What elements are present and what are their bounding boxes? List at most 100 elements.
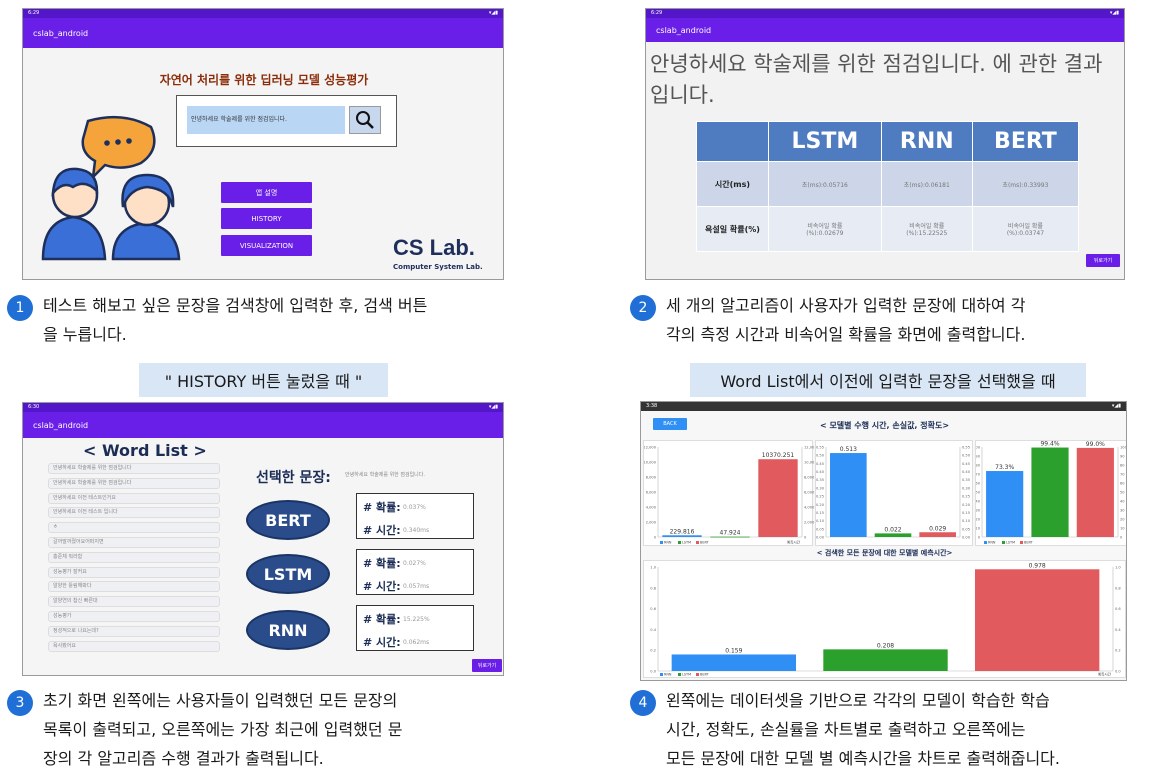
y-tick-label-right: 40: [1120, 500, 1125, 504]
history-button[interactable]: HISTORY: [221, 208, 312, 229]
status-bar: 6:29 ▾◢▮: [646, 9, 1124, 18]
y-tick-label-right: 0.30: [962, 486, 971, 490]
app-bar: cslab_android: [646, 18, 1124, 42]
visualization-button[interactable]: VISUALIZATION: [221, 235, 312, 256]
search-input[interactable]: 안녕하세요 학술제를 위한 점검입니다.: [187, 106, 345, 134]
step-badge: 2: [630, 295, 656, 321]
list-item[interactable]: 안녕하세요 이전 테스트 입니다: [48, 507, 220, 519]
legend-swatch: [678, 673, 681, 676]
y-tick-label-right: 8,000: [804, 476, 814, 480]
chart-panel-time: 0 0 2,000 2,000 4,000 4,000 6,000 6,000 8,000 8,0…: [643, 440, 817, 546]
row-label: 욕설일 확률(%): [696, 206, 769, 252]
y-tick-label: 0.35: [816, 478, 824, 482]
time-chart: 0 0 2,000 2,000 4,000 4,000 6,000 6,000 8,000 8,0…: [643, 446, 817, 545]
screenshot-visualization: 3:38 ▾◢▮ BACK < 모델별 수행 시간, 손실값, 정확도> 0 0 2,…: [640, 401, 1127, 681]
list-item[interactable]: 성능평가 잘커요: [48, 566, 220, 578]
y-tick-label: 0.4: [650, 628, 656, 632]
legend-label: BERT: [1024, 541, 1034, 545]
rnn-result-box: # 확률: 15.225% # 시간: 0.062ms: [356, 605, 474, 651]
caption-1: 1 테스트 해보고 싶은 문장을 검색창에 입력한 후, 검색 버튼 을 누릅니다…: [7, 291, 567, 349]
header-lstm: LSTM: [768, 121, 882, 162]
y-tick-label: 0.40: [816, 470, 825, 474]
list-item[interactable]: 안녕하세요 이전 테스트인거요: [48, 492, 220, 504]
y-tick-label: 0.25: [816, 495, 824, 499]
chart2-title: < 검색한 모든 문장에 대한 모델별 예측시간>: [816, 549, 953, 557]
list-item[interactable]: 안녕하세요 학술제를 위한 점검입니다: [48, 463, 220, 474]
app-title: cslab_android: [33, 420, 89, 430]
y-tick-label-right: 0.25: [962, 495, 970, 499]
section-band-wordlist: Word List에서 이전에 입력한 문장을 선택했을 때: [690, 363, 1086, 397]
search-button[interactable]: [349, 106, 381, 134]
back-button[interactable]: 뒤로가기: [472, 659, 502, 672]
bar-rnn: [671, 654, 797, 671]
screenshot-search: 6:29 ▾◢▮ cslab_android 자연어 처리를 위한 딥러닝 모델 …: [22, 8, 504, 280]
page-title: 자연어 처리를 위한 딥러닝 모델 성능평가: [159, 73, 369, 87]
list-item[interactable]: ㅎ: [48, 522, 220, 534]
list-item[interactable]: 욕사봤어요: [48, 640, 220, 652]
status-bar: 3:38 ▾◢▮: [641, 402, 1126, 411]
y-tick-label-right: 0.2: [1115, 649, 1121, 653]
y-tick-label: 0.30: [816, 486, 825, 490]
step-badge: 4: [630, 690, 656, 716]
status-bar: 6:30 ▾◢▮: [23, 403, 503, 412]
y-tick-label-right: 100: [1120, 446, 1127, 450]
list-item[interactable]: 갈까말까졌어요어떠지면: [48, 537, 220, 548]
word-list-title: < Word List >: [83, 441, 207, 460]
y-tick-label-right: 20: [1120, 518, 1125, 522]
bert-result-box: # 확률: 0.037% # 시간: 0.340ms: [356, 493, 474, 539]
legend-label: RNN: [664, 541, 672, 545]
y-tick-label: 80: [976, 464, 981, 468]
y-tick-label-right: 0.15: [962, 511, 970, 515]
caption-3: 3 초기 화면 왼쪽에는 사용자들이 입력했던 모든 문장의 목록이 출력되고, …: [7, 686, 567, 773]
y-tick-label: 0.2: [650, 649, 656, 653]
legend-label: LSTM: [682, 673, 691, 677]
list-item[interactable]: 홍준체 뭐라함: [48, 551, 220, 563]
y-tick-label: 6,000: [646, 491, 657, 495]
data-label: 0.022: [884, 526, 901, 533]
y-tick-label: 90: [976, 455, 981, 459]
data-label: 0.978: [1029, 562, 1046, 569]
lstm-model-oval: LSTM: [246, 554, 330, 594]
bar-bert: [1076, 447, 1114, 537]
y-tick-label-right: 0.8: [1115, 586, 1121, 590]
y-tick-label: 30: [976, 509, 981, 513]
axis-caption: 예측시간: [1098, 672, 1112, 677]
y-tick-label-right: 50: [1120, 491, 1125, 495]
bar-rnn: [986, 471, 1024, 537]
legend-swatch: [1020, 541, 1023, 544]
list-item[interactable]: 알양한 틀림해봐다: [48, 581, 220, 593]
y-tick-label: 0.8: [650, 586, 656, 590]
legend-label: RNN: [664, 673, 672, 677]
cs-lab-logo: CS Lab.: [393, 235, 475, 260]
y-tick-label-right: 0: [804, 536, 807, 540]
app-info-button[interactable]: 앱 설명: [221, 182, 312, 203]
data-label: 0.208: [877, 642, 894, 649]
y-tick-label: 1.0: [650, 566, 656, 570]
y-tick-label-right: 0.45: [962, 462, 970, 466]
table-row: 시간(ms) 초(ms):0.05716 초(ms):0.06181 초(ms)…: [696, 161, 1080, 207]
y-tick-label-right: 0.35: [962, 478, 970, 482]
legend-swatch: [678, 541, 681, 544]
y-tick-label: 8,000: [646, 476, 657, 480]
bar-lstm: [874, 533, 912, 537]
screenshot-result: 6:29 ▾◢▮ cslab_android 안녕하세요 학술제를 위한 점검입니…: [645, 8, 1125, 280]
list-item[interactable]: 안녕하세요 학술제를 위한 점검입니다: [48, 477, 220, 489]
y-tick-label-right: 30: [1120, 509, 1125, 513]
legend-swatch: [696, 541, 699, 544]
back-button[interactable]: 뒤로가기: [1086, 254, 1120, 267]
y-tick-label: 10: [976, 527, 981, 531]
step-badge: 3: [7, 690, 33, 716]
bar-lstm: [823, 649, 948, 671]
list-item[interactable]: 알양연의 찹신 빠른대: [48, 596, 220, 608]
y-tick-label-right: 0.20: [962, 503, 971, 507]
list-item[interactable]: 정성적으로 나요는데?: [48, 625, 220, 637]
app-title: cslab_android: [33, 28, 89, 38]
prediction-chart: 0.0 0.0 0.2 0.2 0.4 0.4 0.6 0.6 0.8 0.8 1.0 1.0 0.15…: [650, 562, 1121, 677]
selected-label: 선택한 문장:: [256, 470, 331, 486]
bar-rnn: [662, 535, 702, 537]
y-tick-label: 0.45: [816, 462, 824, 466]
list-item[interactable]: 성능평가: [48, 611, 220, 622]
y-tick-label-right: 0.50: [962, 454, 971, 458]
data-label: 0.513: [840, 446, 857, 453]
data-label: 99.0%: [1086, 441, 1105, 448]
